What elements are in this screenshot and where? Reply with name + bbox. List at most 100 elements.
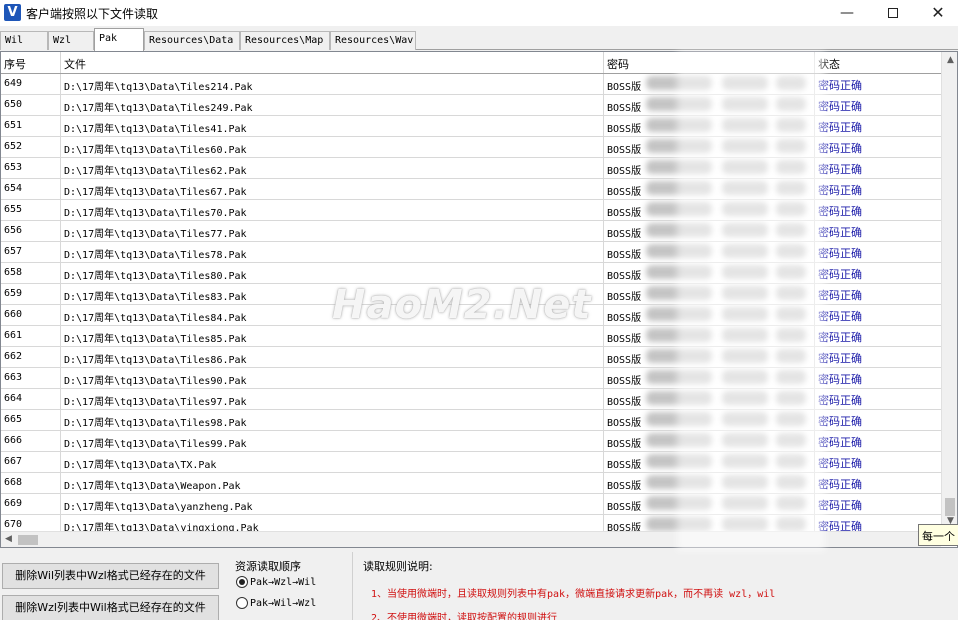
table-row[interactable]: 655 D:\17周年\tq13\Data\Tiles70.Pak BOSS版 密码正… (1, 200, 941, 221)
row-password-text: BOSS版 (607, 460, 642, 471)
column-header-index[interactable]: 序号 (1, 52, 61, 73)
row-status-text: 密码正确 (818, 310, 862, 323)
table-row[interactable]: 654 D:\17周年\tq13\Data\Tiles67.Pak BOSS版 密码正… (1, 179, 941, 200)
tab-pak[interactable]: Pak (94, 28, 144, 51)
row-file-path-text: D:\17周年\tq13\Data\Tiles249.Pak (64, 103, 253, 114)
delete-wzl-duplicates-button[interactable]: 删除Wzl列表中Wil格式已经存在的文件 (2, 595, 219, 620)
table-row[interactable]: 669 D:\17周年\tq13\Data\yanzheng.Pak BOSS版 密码… (1, 494, 941, 515)
redacted-password-blur (776, 433, 806, 447)
order-option-label: Pak→Wil→Wzl (250, 598, 317, 609)
column-header-password[interactable]: 密码 (604, 52, 815, 73)
table-row[interactable]: 660 D:\17周年\tq13\Data\Tiles84.Pak BOSS版 密码正… (1, 305, 941, 326)
table-row[interactable]: 661 D:\17周年\tq13\Data\Tiles85.Pak BOSS版 密码正… (1, 326, 941, 347)
row-file-path-text: D:\17周年\tq13\Data\Tiles80.Pak (64, 271, 247, 282)
row-password: BOSS版 (604, 494, 815, 514)
row-password: BOSS版 (604, 242, 815, 262)
redacted-password-blur (646, 349, 712, 363)
tooltip: 每一个 (918, 524, 958, 546)
row-index: 661 (1, 326, 61, 346)
row-password: BOSS版 (604, 389, 815, 409)
row-status-text: 密码正确 (818, 268, 862, 281)
redacted-password-blur (722, 118, 768, 132)
redacted-password-blur (776, 454, 806, 468)
redacted-password-blur (646, 244, 712, 258)
horizontal-scroll-thumb[interactable] (18, 535, 38, 545)
table-row[interactable]: 650 D:\17周年\tq13\Data\Tiles249.Pak BOSS版 密码… (1, 95, 941, 116)
redacted-password-blur (722, 475, 768, 489)
radio-unselected-icon[interactable] (236, 597, 248, 609)
column-header-file[interactable]: 文件 (61, 52, 604, 73)
redacted-password-blur (646, 118, 712, 132)
table-row[interactable]: 664 D:\17周年\tq13\Data\Tiles97.Pak BOSS版 密码正… (1, 389, 941, 410)
resource-order-group: 资源读取顺序 Pak→Wzl→Wil Pak→Wil→Wzl (232, 556, 348, 620)
vertical-scroll-thumb[interactable] (945, 498, 955, 516)
column-header-status[interactable]: 状态 (815, 52, 941, 73)
redacted-password-blur (722, 391, 768, 405)
delete-wil-duplicates-button[interactable]: 删除Wil列表中Wzl格式已经存在的文件 (2, 563, 219, 589)
redacted-password-blur (646, 328, 712, 342)
row-password-text: BOSS版 (607, 439, 642, 450)
table-row[interactable]: 659 D:\17周年\tq13\Data\Tiles83.Pak BOSS版 密码正… (1, 284, 941, 305)
row-password: BOSS版 (604, 221, 815, 241)
scroll-up-icon[interactable]: ▲ (946, 55, 955, 65)
row-status: 密码正确 (815, 200, 941, 220)
table-row[interactable]: 663 D:\17周年\tq13\Data\Tiles90.Pak BOSS版 密码正… (1, 368, 941, 389)
tab-resources-wav[interactable]: Resources\Wav (330, 31, 416, 50)
tab-resources-map[interactable]: Resources\Map (240, 31, 330, 50)
row-file-path: D:\17周年\tq13\Data\Tiles97.Pak (61, 389, 604, 409)
table-row[interactable]: 665 D:\17周年\tq13\Data\Tiles98.Pak BOSS版 密码正… (1, 410, 941, 431)
scroll-left-icon[interactable]: ◀ (5, 534, 12, 544)
row-status: 密码正确 (815, 473, 941, 493)
row-password: BOSS版 (604, 347, 815, 367)
row-status: 密码正确 (815, 179, 941, 199)
row-status-text: 密码正确 (818, 247, 862, 260)
row-file-path: D:\17周年\tq13\Data\Tiles60.Pak (61, 137, 604, 157)
table-row[interactable]: 652 D:\17周年\tq13\Data\Tiles60.Pak BOSS版 密码正… (1, 137, 941, 158)
title-bar: V 客户端按照以下文件读取 — ✕ (0, 0, 958, 26)
redacted-password-blur (722, 181, 768, 195)
file-list[interactable]: 序号 文件 密码 状态 649 D:\17周年\tq13\Data\Tiles21… (0, 51, 958, 548)
tab-wil[interactable]: Wil (0, 31, 48, 50)
redacted-password-blur (646, 181, 712, 195)
redacted-password-blur (646, 517, 712, 531)
row-index-text: 651 (4, 120, 23, 131)
tab-resources-data[interactable]: Resources\Data (144, 31, 240, 50)
row-status-text: 密码正确 (818, 499, 862, 512)
table-row[interactable]: 666 D:\17周年\tq13\Data\Tiles99.Pak BOSS版 密码正… (1, 431, 941, 452)
row-index: 653 (1, 158, 61, 178)
horizontal-scrollbar[interactable]: ◀ ▶ (1, 531, 941, 547)
tab-strip: Wil Wzl Pak Resources\Data Resources\Map… (0, 28, 958, 51)
table-row[interactable]: 657 D:\17周年\tq13\Data\Tiles78.Pak BOSS版 密码正… (1, 242, 941, 263)
rule-item: 2、不使用微端时，读取按配置的规则进行 (371, 613, 558, 620)
row-status: 密码正确 (815, 74, 941, 94)
close-button[interactable]: ✕ (916, 0, 958, 26)
table-row[interactable]: 651 D:\17周年\tq13\Data\Tiles41.Pak BOSS版 密码正… (1, 116, 941, 137)
redacted-password-blur (646, 433, 712, 447)
minimize-button[interactable]: — (825, 0, 869, 26)
vertical-scrollbar[interactable]: ▲ ▼ (941, 52, 957, 530)
table-row[interactable]: 662 D:\17周年\tq13\Data\Tiles86.Pak BOSS版 密码正… (1, 347, 941, 368)
redacted-password-blur (722, 139, 768, 153)
redacted-password-blur (646, 391, 712, 405)
redacted-password-blur (722, 349, 768, 363)
redacted-password-blur (646, 76, 712, 90)
table-row[interactable]: 649 D:\17周年\tq13\Data\Tiles214.Pak BOSS版 密码… (1, 74, 941, 95)
row-file-path: D:\17周年\tq13\Data\Tiles67.Pak (61, 179, 604, 199)
redacted-password-blur (776, 286, 806, 300)
tab-wzl[interactable]: Wzl (48, 31, 94, 50)
table-row[interactable]: 658 D:\17周年\tq13\Data\Tiles80.Pak BOSS版 密码正… (1, 263, 941, 284)
radio-selected-icon[interactable] (236, 576, 248, 588)
table-row[interactable]: 667 D:\17周年\tq13\Data\TX.Pak BOSS版 密码正确 (1, 452, 941, 473)
redacted-password-blur (722, 244, 768, 258)
row-password-text: BOSS版 (607, 334, 642, 345)
row-index: 651 (1, 116, 61, 136)
table-row[interactable]: 668 D:\17周年\tq13\Data\Weapon.Pak BOSS版 密码正确 (1, 473, 941, 494)
table-row[interactable]: 656 D:\17周年\tq13\Data\Tiles77.Pak BOSS版 密码正… (1, 221, 941, 242)
redacted-password-blur (722, 517, 768, 531)
order-option-pak-wil-wzl[interactable]: Pak→Wil→Wzl (236, 597, 316, 609)
table-row[interactable]: 653 D:\17周年\tq13\Data\Tiles62.Pak BOSS版 密码正… (1, 158, 941, 179)
order-option-pak-wzl-wil[interactable]: Pak→Wzl→Wil (236, 576, 316, 588)
rules-panel: 读取规则说明: 1、当使用微端时，且读取规则列表中有pak，微端直接请求更新pa… (352, 552, 958, 620)
row-password-text: BOSS版 (607, 292, 642, 303)
maximize-button[interactable] (871, 0, 915, 26)
